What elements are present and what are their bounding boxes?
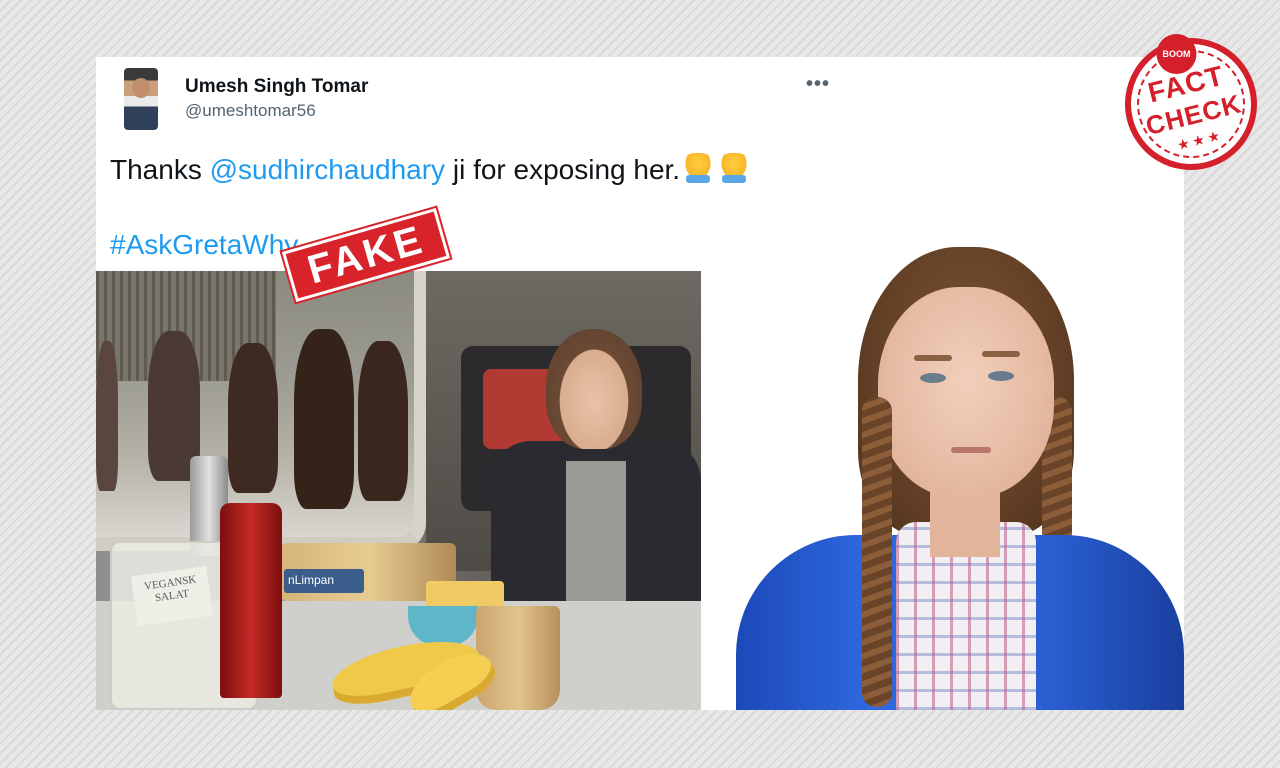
child-figure xyxy=(96,341,118,491)
hashtag-link[interactable]: #AskGretaWhy xyxy=(110,229,298,261)
tweet-text-suffix: ji for exposing her. xyxy=(445,154,681,185)
tweet-card: Umesh Singh Tomar @umeshtomar56 ••• Than… xyxy=(96,57,1184,710)
child-figure xyxy=(294,329,354,509)
girl-head xyxy=(546,329,642,449)
paper-cup xyxy=(476,606,560,710)
face xyxy=(878,287,1054,497)
right-eye xyxy=(988,371,1014,381)
emoji-group xyxy=(682,153,754,186)
bread-bag-label: nLimpan xyxy=(284,569,364,593)
tweet-image-left[interactable]: nLimpan VEGANSK SALAT xyxy=(96,271,701,710)
left-braid-front xyxy=(862,397,892,707)
avatar[interactable] xyxy=(124,68,158,130)
folded-hands-icon xyxy=(718,153,751,183)
neck xyxy=(930,487,1000,557)
red-bottle xyxy=(220,503,282,698)
left-eye xyxy=(920,373,946,383)
more-options-icon[interactable]: ••• xyxy=(806,73,830,96)
girl-shirt xyxy=(566,461,626,601)
folded-hands-icon xyxy=(682,153,715,183)
child-figure xyxy=(358,341,408,501)
user-display-name[interactable]: Umesh Singh Tomar xyxy=(185,76,368,98)
right-eyebrow xyxy=(982,351,1020,357)
user-handle[interactable]: @umeshtomar56 xyxy=(185,101,316,121)
left-eyebrow xyxy=(914,355,952,361)
child-figure xyxy=(228,343,278,493)
mention-link[interactable]: @sudhirchaudhary xyxy=(210,154,445,185)
salad-label: VEGANSK SALAT xyxy=(130,565,214,627)
tweet-text-prefix: Thanks xyxy=(110,154,210,185)
tweet-image-right[interactable] xyxy=(736,247,1184,710)
tweet-text: Thanks @sudhirchaudhary ji for exposing … xyxy=(110,153,754,186)
mouth xyxy=(951,447,991,453)
